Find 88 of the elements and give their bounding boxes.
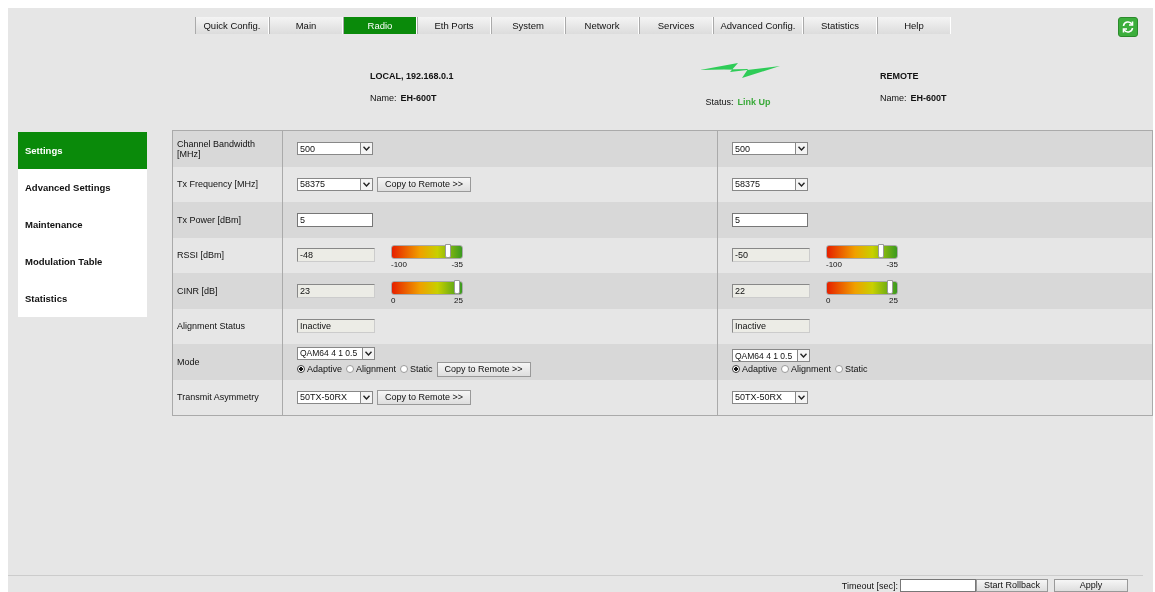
readonly-field: 23 [297,283,375,298]
dropdown[interactable]: 50TX-50RX [297,390,373,404]
dropdown-value: 500 [735,143,751,154]
radio-button[interactable] [732,365,740,374]
readonly-field: 22 [732,283,810,298]
dropdown[interactable]: 50TX-50RX [732,390,808,404]
dropdown-arrow-icon[interactable] [795,143,807,155]
status-value: Link Up [737,97,771,107]
scale-label: 25 [889,295,898,305]
row-label: Mode [173,344,283,380]
sidebar-item[interactable]: Settings [18,132,147,169]
dropdown-value: 50TX-50RX [735,392,783,403]
refresh-icon[interactable] [1118,17,1138,37]
dropdown[interactable]: 500 [732,142,808,156]
readonly-field: Inactive [297,319,375,334]
nav-tab[interactable]: Quick Config. [195,17,269,34]
scale-label: -100 [391,260,407,270]
radio-button[interactable] [400,365,409,374]
nav-tab[interactable]: Statistics [803,17,877,34]
readonly-field: Inactive [732,319,810,334]
dropdown-arrow-icon[interactable] [360,391,372,403]
row-label: Channel Bandwidth [MHz] [173,131,283,167]
row-label: Transmit Asymmetry [173,379,283,415]
dropdown-value: QAM64 4 1 0.5 [300,348,358,359]
dropdown-arrow-icon[interactable] [797,350,809,362]
nav-tab[interactable]: Advanced Config. [713,17,803,34]
status-label: Status: [705,97,734,107]
dropdown-value: 58375 [735,179,761,190]
dropdown-value: QAM64 4 1 0.5 [735,350,793,361]
radio-button[interactable] [346,365,355,374]
nav-tab[interactable]: Help [877,17,951,34]
dropdown[interactable]: 500 [297,142,373,156]
dropdown[interactable]: QAM64 4 1 0.5 [297,346,375,360]
radio-label: Static [845,364,868,375]
radio-label: Adaptive [307,364,343,375]
dropdown-value: 58375 [300,179,326,190]
dropdown-arrow-icon[interactable] [795,178,807,190]
dropdown[interactable]: 58375 [732,177,808,191]
nav-tab[interactable]: Radio [343,17,417,34]
unit-title: LOCAL, 192.168.0.1 [370,71,455,81]
dropdown-arrow-icon[interactable] [362,347,374,359]
unit-title: REMOTE [880,71,920,81]
dropdown-value: 50TX-50RX [300,392,348,403]
scale-label: 0 [391,295,396,305]
nav-tab[interactable]: Network [565,17,639,34]
radio-label: Adaptive [742,364,778,375]
dropdown-arrow-icon[interactable] [360,143,372,155]
timeout-field[interactable] [899,579,976,592]
scale-label: 25 [454,295,463,305]
start-rollback-button[interactable]: Start Rollback [975,579,1048,592]
name-value: EH-600T [400,93,437,103]
row-label: CINR [dB] [173,273,283,309]
sidebar-item[interactable]: Advanced Settings [18,169,147,206]
sidebar-item[interactable]: Statistics [18,280,147,317]
radio-label: Alignment [356,364,397,375]
scale-label: -35 [886,260,898,270]
sidebar-item[interactable]: Maintenance [18,206,147,243]
radio-button[interactable] [297,365,305,374]
dropdown-arrow-icon[interactable] [360,178,372,190]
readonly-field: -50 [732,248,810,263]
nav-tab[interactable]: Eth Ports [417,17,491,34]
input-field[interactable]: 5 [297,212,373,227]
readonly-field: -48 [297,248,375,263]
dropdown-arrow-icon[interactable] [795,391,807,403]
copy-to-remote-button[interactable]: Copy to Remote >> [436,361,531,377]
row-label: Tx Power [dBm] [173,202,283,238]
scale-label: -100 [826,260,842,270]
name-label: Name: [880,93,907,103]
name-label: Name: [370,93,397,103]
scale-label: 0 [826,295,831,305]
dropdown-value: 500 [300,143,316,154]
radio-label: Static [410,364,433,375]
copy-to-remote-button[interactable]: Copy to Remote >> [377,176,472,192]
scale-label: -35 [451,260,463,270]
timeout-label: Timeout [sec]: [841,581,898,591]
radio-label: Alignment [791,364,832,375]
name-value: EH-600T [910,93,947,103]
copy-to-remote-button[interactable]: Copy to Remote >> [377,389,472,405]
nav-tab[interactable]: Services [639,17,713,34]
apply-button[interactable]: Apply [1054,579,1128,592]
input-field[interactable]: 5 [732,212,808,227]
nav-tab[interactable]: Main [269,17,343,34]
nav-tab[interactable]: System [491,17,565,34]
dropdown[interactable]: 58375 [297,177,373,191]
radio-button[interactable] [835,365,844,374]
radio-button[interactable] [781,365,790,374]
sidebar-item[interactable]: Modulation Table [18,243,147,280]
dropdown[interactable]: QAM64 4 1 0.5 [732,349,810,363]
